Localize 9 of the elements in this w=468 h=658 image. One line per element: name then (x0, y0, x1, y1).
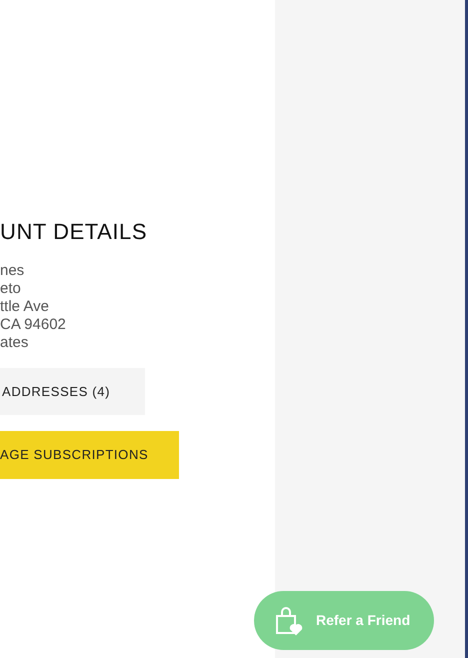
section-heading: UNT DETAILS (0, 218, 148, 246)
address-line: CA 94602 (0, 316, 67, 334)
addresses-button[interactable]: ADDRESSES (4) (0, 368, 145, 415)
address-line: eto (0, 280, 22, 298)
address-line: ttle Ave (0, 298, 50, 316)
address-line: ates (0, 334, 30, 352)
subscriptions-button[interactable]: AGE SUBSCRIPTIONS (0, 431, 179, 479)
shopping-bag-heart-icon (274, 606, 304, 636)
address-line: nes (0, 262, 26, 280)
